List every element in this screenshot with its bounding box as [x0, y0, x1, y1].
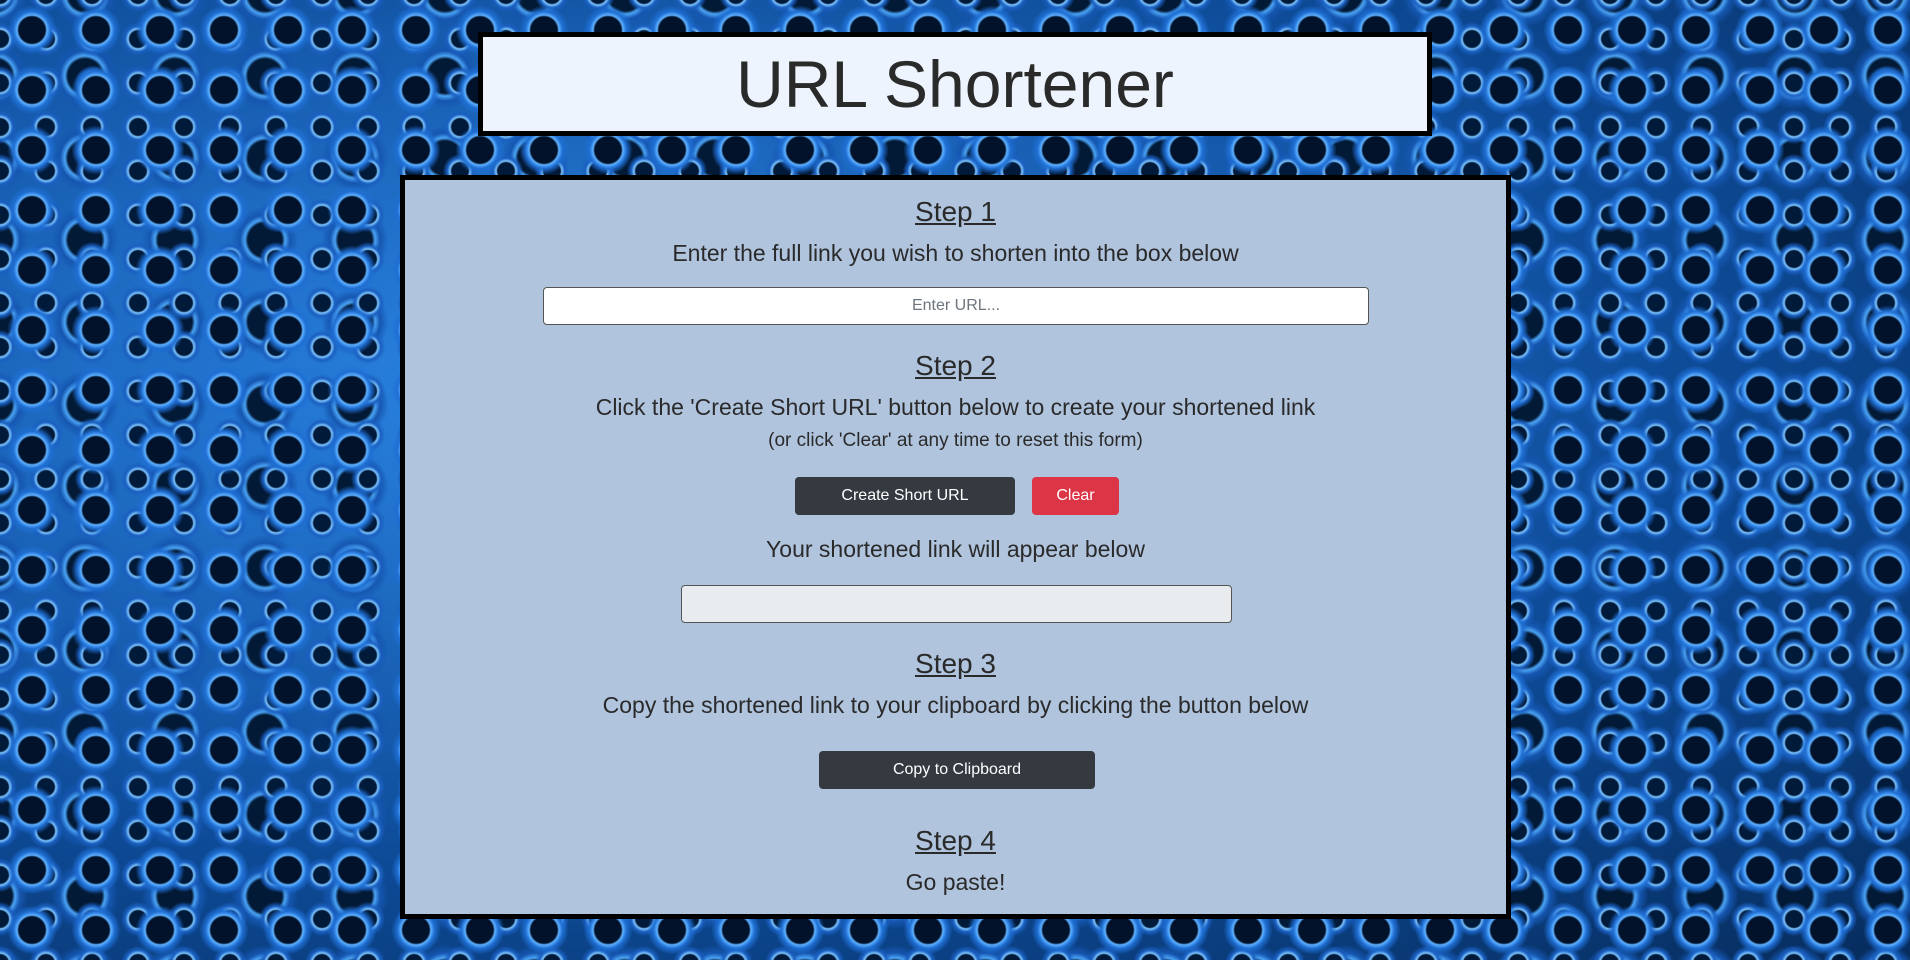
title-banner: URL Shortener — [478, 32, 1432, 136]
step2-heading: Step 2 — [915, 350, 996, 381]
step4-heading: Step 4 — [915, 825, 996, 856]
clear-button[interactable]: Clear — [1032, 477, 1119, 515]
step1-text: Enter the full link you wish to shorten … — [672, 240, 1239, 266]
step2-subtext: (or click 'Clear' at any time to reset t… — [768, 430, 1143, 451]
step4-text: Go paste! — [905, 869, 1006, 895]
create-short-url-button[interactable]: Create Short URL — [795, 477, 1015, 515]
step3-heading: Step 3 — [915, 648, 996, 679]
step3-text: Copy the shortened link to your clipboar… — [602, 692, 1309, 718]
result-hint-text: Your shortened link will appear below — [766, 536, 1145, 562]
page-title: URL Shortener — [736, 47, 1174, 121]
step1-heading: Step 1 — [915, 196, 996, 227]
copy-to-clipboard-button[interactable]: Copy to Clipboard — [819, 751, 1095, 789]
shortened-link-output[interactable] — [681, 585, 1232, 623]
step2-text: Click the 'Create Short URL' button belo… — [595, 394, 1316, 420]
main-panel: Step 1 Enter the full link you wish to s… — [400, 175, 1511, 919]
url-input[interactable] — [543, 287, 1369, 325]
